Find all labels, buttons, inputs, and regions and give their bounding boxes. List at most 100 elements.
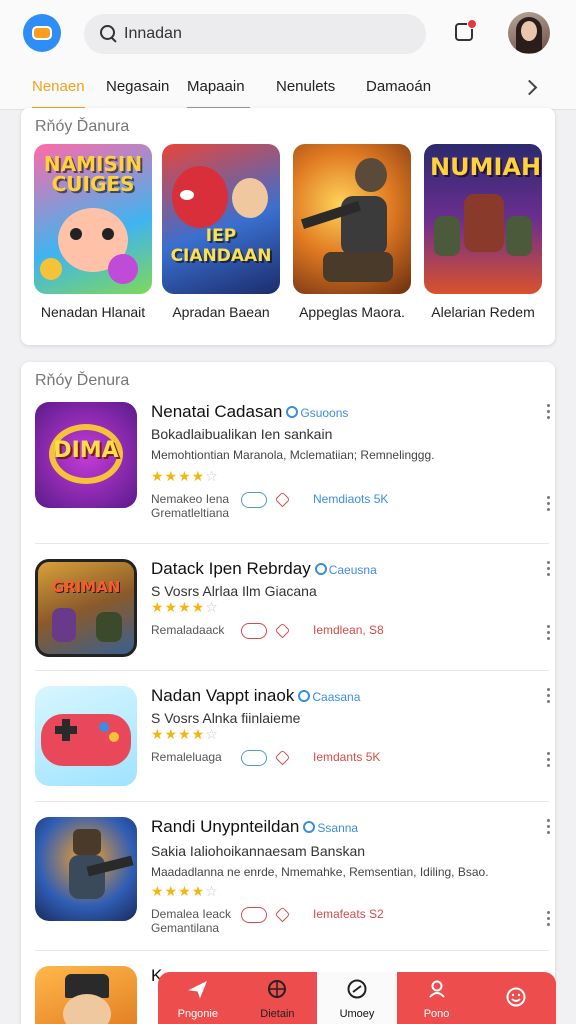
app-title: Randi Unypnteildan Ssanna <box>151 817 359 836</box>
nav-item-3[interactable]: Pono <box>397 972 477 1024</box>
more-options-icon[interactable] <box>545 819 551 837</box>
app-subtitle: S Vosrs Alrlaa Ilm Giacana <box>151 583 317 599</box>
nav-item-4[interactable] <box>476 972 556 1024</box>
app-description: Memohtiontian Maranola, Mclematiian; Rem… <box>151 448 435 462</box>
heart-icon <box>275 907 289 921</box>
app-meta: Demalea Ieack <box>151 907 232 921</box>
notification-icon[interactable] <box>453 19 477 44</box>
heart-icon <box>275 750 289 764</box>
category-tabs: Nenaen Negasain Mapaain Nenulets Damaoán <box>0 68 576 110</box>
app-meta: Remaladaack <box>151 623 225 637</box>
link-icon <box>241 907 267 923</box>
search-bar[interactable] <box>84 14 426 54</box>
featured-name: Appeglas Maora. <box>299 304 405 320</box>
app-meta-2: Grematleltiana <box>151 506 230 520</box>
divider <box>35 543 549 544</box>
avatar[interactable] <box>508 12 550 54</box>
more-options-icon[interactable] <box>545 625 551 643</box>
featured-item[interactable]: IEP CIANDAAN Apradan Baean <box>162 144 280 320</box>
thumbnail-text: NAMISIN CUIGES <box>43 152 143 196</box>
search-input[interactable] <box>124 25 404 43</box>
app-row[interactable]: Randi Unypnteildan Ssanna Sakia Ialiohoik… <box>35 817 550 951</box>
more-options-icon[interactable] <box>545 561 551 579</box>
rating-stars: ★★★★☆ <box>151 883 219 899</box>
featured-item[interactable]: NAMISIN CUIGES Nenadan Hlanait <box>34 144 152 320</box>
app-icon[interactable] <box>35 817 137 921</box>
tab-3[interactable]: Nenulets <box>276 78 335 110</box>
rating-stars: ★★★★☆ <box>151 726 219 742</box>
app-logo-icon[interactable] <box>23 14 61 52</box>
user-icon <box>428 980 445 998</box>
link-icon <box>241 750 267 766</box>
app-row[interactable]: GRIMAN Datack Ipen Rebrday Caeusna S Vosr… <box>35 559 550 671</box>
reaction-icons <box>241 750 297 766</box>
thumbnail-text: IEP CIANDAAN <box>170 226 272 266</box>
app-list-card: Rňóy Ďenura DIMA Nenatai Cadasan Gsuoons … <box>21 362 555 1024</box>
divider <box>35 801 549 802</box>
featured-name: Alelarian Redem <box>431 304 535 320</box>
game-thumbnail[interactable]: IEP CIANDAAN <box>162 144 280 294</box>
tab-2[interactable]: Mapaain <box>187 78 250 110</box>
nav-item-2[interactable]: Umoey <box>317 972 397 1024</box>
ball-icon <box>268 980 287 998</box>
verified-badge: Ssanna <box>303 821 358 835</box>
bottom-nav: Pngonie Dietain Umoey Pono <box>158 972 556 1024</box>
heart-icon <box>275 623 289 637</box>
app-row[interactable]: DIMA Nenatai Cadasan Gsuoons Bokadlaibual… <box>35 402 550 544</box>
app-title: Datack Ipen Rebrday Caeusna <box>151 559 377 578</box>
app-stat: Iemafeats S2 <box>313 907 384 921</box>
heart-icon <box>275 492 289 506</box>
app-row[interactable]: Nadan Vappt inaok Caasana S Vosrs Alnka f… <box>35 686 550 802</box>
search-icon <box>98 23 120 45</box>
more-options-icon[interactable] <box>545 752 551 770</box>
app-stat: Iemdants 5K <box>313 750 381 764</box>
game-thumbnail[interactable]: NAMISIN CUIGES <box>34 144 152 294</box>
thumbnail-text: NUMIAH <box>430 153 542 181</box>
featured-card: Rňóy Ďanura NAMISIN CUIGES Nenadan Hlana… <box>21 108 555 345</box>
app-title: Nadan Vappt inaok Caasana <box>151 686 361 705</box>
app-icon[interactable] <box>35 686 137 786</box>
app-icon[interactable]: GRIMAN <box>35 559 137 657</box>
reaction-icons <box>241 907 297 923</box>
verified-badge: Gsuoons <box>286 406 348 420</box>
nav-item-1[interactable]: Dietain <box>238 972 318 1024</box>
divider <box>35 670 549 671</box>
game-thumbnail[interactable]: NUMIAH <box>424 144 542 294</box>
nav-item-0[interactable]: Pngonie <box>158 972 238 1024</box>
smile-icon <box>506 987 526 1007</box>
featured-name: Nenadan Hlanait <box>40 304 146 320</box>
app-meta: Nemakeo Iena <box>151 492 230 506</box>
featured-title: Rňóy Ďanura <box>35 118 130 135</box>
app-description: Maadadlanna ne enrde, Nmemahke, Remsenti… <box>151 865 489 879</box>
app-meta: Remaleluaga <box>151 750 222 764</box>
tab-0[interactable]: Nenaen <box>32 78 85 110</box>
more-options-icon[interactable] <box>545 404 551 422</box>
app-subtitle: S Vosrs Alnka fiinlaieme <box>151 710 301 726</box>
list-title: Rňóy Ďenura <box>35 372 130 389</box>
more-options-icon[interactable] <box>545 496 551 514</box>
game-thumbnail[interactable] <box>293 144 411 294</box>
verified-badge: Caasana <box>298 690 360 704</box>
more-options-icon[interactable] <box>545 911 551 929</box>
more-options-icon[interactable] <box>545 688 551 706</box>
rating-stars: ★★★★☆ <box>151 468 219 484</box>
verified-badge: Caeusna <box>315 563 377 577</box>
featured-item[interactable]: Appeglas Maora. <box>293 144 411 320</box>
app-subtitle: Bokadlaibualikan Ien sankain <box>151 426 333 442</box>
app-meta-2: Gemantilana <box>151 921 220 935</box>
featured-item[interactable]: NUMIAH Alelarian Redem <box>424 144 542 320</box>
featured-name: Apradan Baean <box>172 304 270 320</box>
rating-stars: ★★★★☆ <box>151 599 219 615</box>
app-icon[interactable] <box>35 966 137 1024</box>
reaction-icons <box>241 623 297 639</box>
top-bar <box>0 0 576 68</box>
app-icon[interactable]: DIMA <box>35 402 137 508</box>
compass-icon <box>347 979 367 999</box>
link-icon <box>241 492 267 508</box>
app-subtitle: Sakia Ialiohoikannaesam Banskan <box>151 843 366 859</box>
app-stat: Iemdlean, S8 <box>313 623 384 637</box>
tab-4[interactable]: Damaoán <box>366 78 431 110</box>
plane-icon <box>188 980 207 999</box>
chevron-right-icon[interactable] <box>524 80 538 94</box>
tab-1[interactable]: Negasain <box>106 78 169 110</box>
